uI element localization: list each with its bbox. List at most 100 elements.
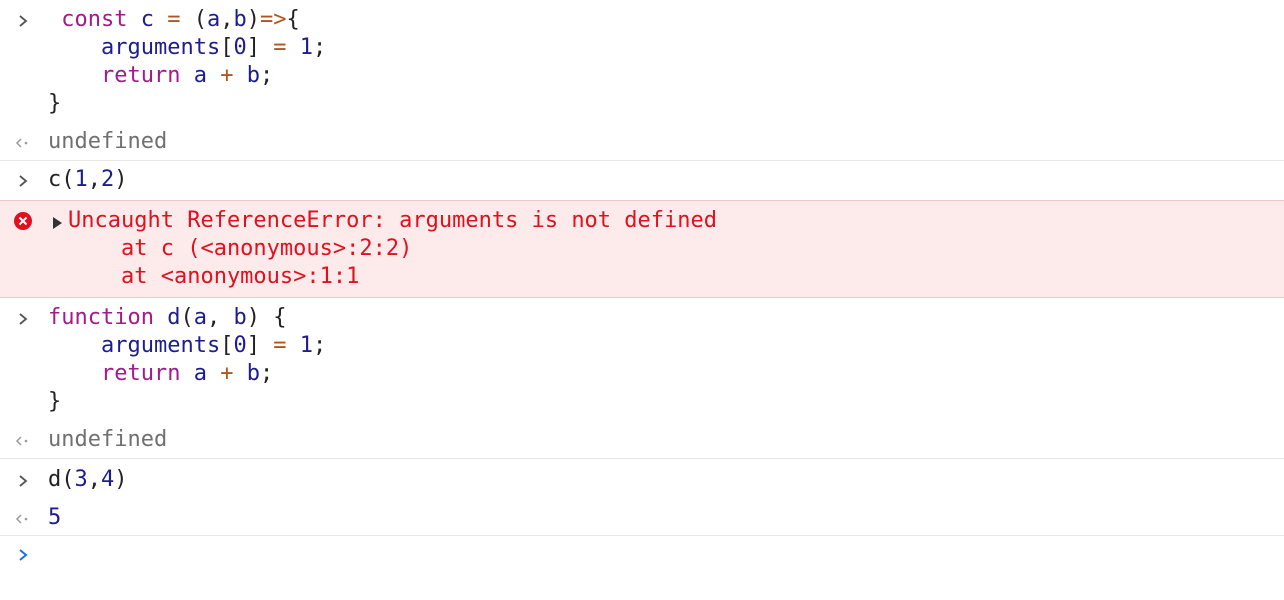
code-token: const [48,7,128,32]
code-token: ) { [246,305,287,330]
code-token: 1 [299,35,313,60]
code-token: arguments [100,35,221,60]
code-token: { [286,7,300,32]
code-token: 1 [74,167,88,192]
console-result-entry: undefined [0,424,1284,458]
code-token: return [100,361,181,386]
code-token: 0 [233,35,247,60]
chevron-right-icon [19,313,28,325]
code-token: 2 [101,167,115,192]
code-token: , [87,167,101,192]
triangle-right-icon[interactable] [53,217,62,229]
error-circle-icon [14,212,32,230]
code-token: } [48,389,62,414]
code-token: d( [48,467,75,492]
devtools-console: const c = (a,b)=>{ arguments[0] = 1; ret… [0,0,1284,600]
code-token: ] [246,333,274,358]
chevron-right-icon [19,175,28,187]
code-token: a [193,361,207,386]
console-result-entry: 5 [0,502,1284,534]
code-token: 0 [233,333,247,358]
code-line: c(1,2) [48,166,128,194]
code-token: function [48,305,154,330]
console-input-entry: d(3,4) [0,466,1284,500]
entry-divider [0,160,1284,161]
code-token: c( [48,167,75,192]
result-value: undefined [48,129,168,154]
result-value: undefined [48,427,168,452]
entry-divider [0,535,1284,536]
code-token: [ [220,35,234,60]
code-line: function d(a, b) { [48,304,286,332]
code-token: a [206,7,221,32]
error-message[interactable]: Uncaught ReferenceError: arguments is no… [68,207,717,235]
chevron-right-icon [19,15,28,27]
code-line: } [48,90,61,118]
code-token: a [193,63,207,88]
code-token: = [273,35,287,60]
code-token: = [167,7,181,32]
code-token: b [233,305,247,330]
console-result-entry: undefined [0,126,1284,160]
error-stack-line[interactable]: at c (<anonymous>:2:2) [68,235,412,263]
code-token: d [167,305,181,330]
console-input[interactable] [48,540,1248,568]
code-token: 4 [101,467,115,492]
code-token: ; [259,361,274,386]
code-token: = [273,333,287,358]
console-input-entry: const c = (a,b)=>{ arguments[0] = 1; ret… [0,6,1284,124]
code-line: d(3,4) [48,466,128,494]
return-arrow-icon [15,138,28,148]
code-token: ; [259,63,274,88]
return-arrow-icon [15,514,28,524]
result-value: 5 [48,505,62,530]
error-stack-line[interactable]: at <anonymous>:1:1 [68,263,359,291]
code-token: b [246,63,260,88]
code-token: + [220,361,234,386]
console-input-entry: c(1,2) [0,166,1284,200]
code-token: ( [180,7,207,32]
chevron-right-icon [19,475,28,487]
code-line: arguments[0] = 1; [48,34,326,62]
code-token: 3 [74,467,88,492]
code-token: => [259,7,287,32]
code-token: ; [312,35,327,60]
code-token: ( [180,305,194,330]
code-token: , [87,467,101,492]
code-token: a [193,305,207,330]
code-token: , [220,7,234,32]
code-token: b [233,7,247,32]
code-token: ; [312,333,327,358]
code-line: const c = (a,b)=>{ [48,6,300,34]
entry-divider [0,458,1284,459]
code-token: } [48,91,62,116]
code-token: ) [114,167,128,192]
code-line: return a + b; [48,62,273,90]
code-token: + [220,63,234,88]
console-prompt[interactable] [0,540,1284,580]
code-token: [ [220,333,234,358]
console-input-entry: function d(a, b) { arguments[0] = 1; ret… [0,304,1284,422]
return-arrow-icon [15,436,28,446]
code-token: b [246,361,260,386]
code-token: arguments [100,333,221,358]
code-token: ) [114,467,128,492]
code-token: ] [246,35,274,60]
code-token: c [140,7,154,32]
code-token: 1 [299,333,313,358]
